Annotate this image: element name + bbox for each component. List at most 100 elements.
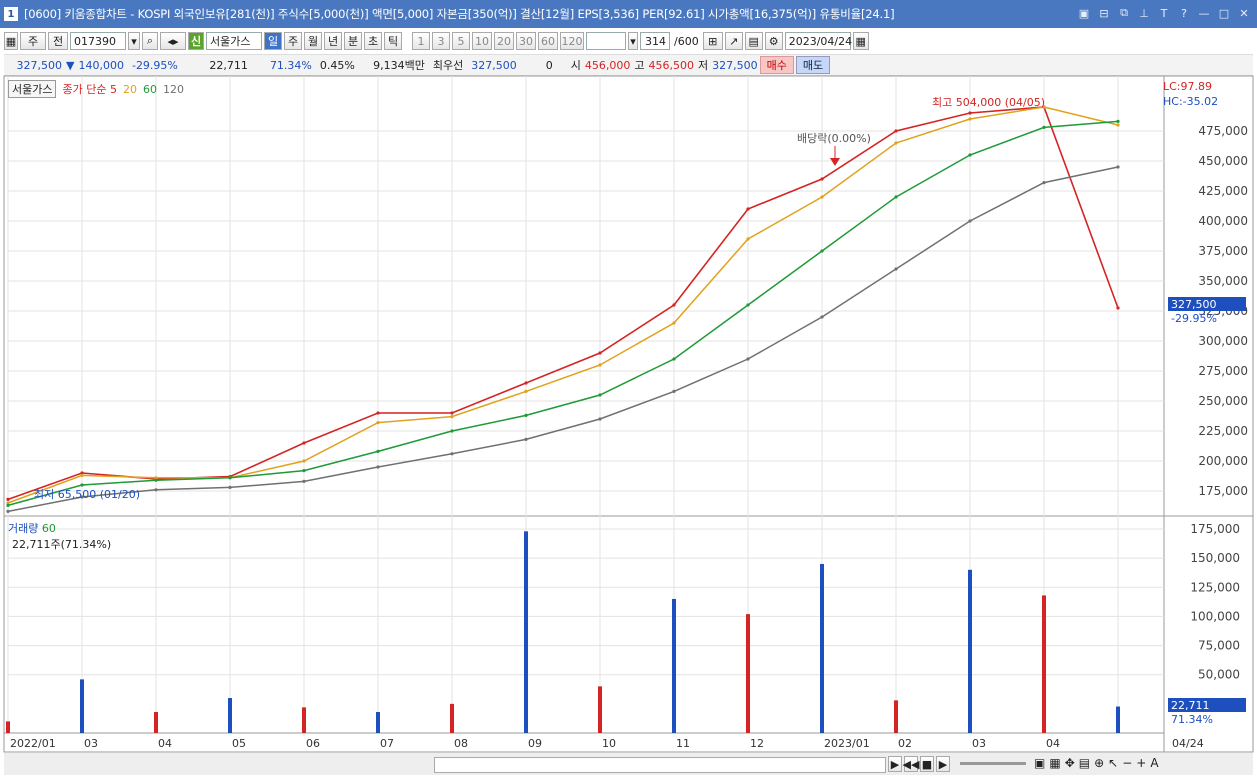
price-axis-label: 200,000 [1198, 454, 1248, 468]
time-axis-label: 03 [84, 737, 98, 750]
volume-legend: 거래량 60 [8, 520, 56, 536]
play-icon[interactable]: ▶ [936, 756, 950, 772]
price-chart[interactable]: 475,000 450,000 425,000 400,000 375,000 350,0… [0, 0, 1257, 777]
ma-point [524, 389, 528, 393]
legend-stock-name[interactable]: 서울가스 [8, 80, 57, 98]
ma-point [376, 449, 380, 453]
ma-point [746, 207, 750, 211]
volume-bar [820, 563, 824, 733]
price-axis-label: 300,000 [1198, 334, 1248, 348]
chart-type-icon[interactable]: ▤ [1079, 756, 1090, 770]
ma-point [598, 363, 602, 367]
volume-info: 22,711주(71.34%) [12, 538, 112, 551]
time-axis-label: 2022/01 [10, 737, 56, 750]
volume-bar [1116, 706, 1120, 733]
volume-axis-label: 50,000 [1198, 668, 1240, 682]
zoom-out-icon[interactable]: − [1122, 756, 1132, 770]
hc-label: HC:-35.02 [1163, 95, 1219, 108]
volume-bar [672, 598, 676, 733]
ma-point [672, 389, 676, 393]
ma-point [450, 411, 454, 415]
ma-point [894, 195, 898, 199]
dividend-annotation: 배당락(0.00%) [797, 132, 871, 145]
legend-ma60: 60 [142, 82, 157, 96]
time-axis-label: 06 [306, 737, 320, 750]
time-axis-label: 04/24 [1172, 737, 1204, 750]
zoom-in-area-icon[interactable]: ⊕ [1094, 756, 1104, 770]
ma-point [450, 429, 454, 433]
price-axis-label: 350,000 [1198, 274, 1248, 288]
price-axis-label: 450,000 [1198, 154, 1248, 168]
ma-point [820, 315, 824, 319]
ma-point [746, 237, 750, 241]
time-axis-label: 05 [232, 737, 246, 750]
ma-point [1116, 165, 1120, 169]
volume-axis-label: 75,000 [1198, 639, 1240, 653]
ma-point [524, 413, 528, 417]
volume-bar [968, 569, 972, 733]
time-axis-label: 04 [158, 737, 172, 750]
scroll-right-icon[interactable]: ▶ [888, 756, 902, 772]
ma-point [672, 321, 676, 325]
low-annotation: 최저 65,500 (01/20) [34, 488, 141, 501]
volume-bar [376, 712, 380, 733]
legend-ma20: 20 [122, 82, 137, 96]
time-axis-label: 04 [1046, 737, 1060, 750]
volume-bar [80, 679, 84, 733]
time-axis-label: 07 [380, 737, 394, 750]
ma-point [228, 485, 232, 489]
volume-bar [1042, 595, 1046, 733]
ma-point [302, 459, 306, 463]
grid-view-icon[interactable]: ▦ [1049, 756, 1060, 770]
zoom-slider[interactable] [960, 762, 1026, 765]
ma-point [154, 478, 158, 482]
time-axis-label: 03 [972, 737, 986, 750]
volume-bar [598, 686, 602, 733]
ma-point [450, 452, 454, 456]
price-axis-label: 475,000 [1198, 124, 1248, 138]
ma-point [672, 303, 676, 307]
volume-bar [302, 707, 306, 733]
ma-point [302, 441, 306, 445]
last-price-tag: 327,500 [1168, 297, 1246, 311]
time-axis-label: 10 [602, 737, 616, 750]
volume-axis-label: 125,000 [1190, 580, 1240, 594]
scroll-track[interactable] [434, 757, 886, 773]
ma-point [1116, 119, 1120, 123]
legend-ma120: 120 [162, 82, 184, 96]
ma-point [968, 153, 972, 157]
stop-icon[interactable]: ■ [920, 756, 934, 772]
volume-bar [894, 700, 898, 733]
ma-point [376, 411, 380, 415]
volume-axis-label: 100,000 [1190, 609, 1240, 623]
text-size-icon[interactable]: A [1150, 756, 1158, 770]
ma-point [1116, 306, 1120, 310]
bottom-scrollbar: ▶ ◀◀ ■ ▶ ▣ ▦ ✥ ▤ ⊕ ↖ − + A [4, 752, 1253, 775]
price-axis-label: 275,000 [1198, 364, 1248, 378]
time-axis-label: 09 [528, 737, 542, 750]
zoom-in-icon[interactable]: + [1136, 756, 1146, 770]
ma-point [968, 117, 972, 121]
volume-bar [6, 721, 10, 733]
time-axis-label: 12 [750, 737, 764, 750]
ma-point [746, 357, 750, 361]
last-pct-tag: -29.95% [1171, 312, 1217, 325]
volume-last-tag: 22,711 [1168, 698, 1246, 712]
volume-bar [154, 712, 158, 733]
ma-point [1042, 125, 1046, 129]
ma-point [1042, 181, 1046, 185]
screen-icon[interactable]: ▣ [1034, 756, 1045, 770]
volume-axis-label: 150,000 [1190, 551, 1240, 565]
pan-icon[interactable]: ✥ [1065, 756, 1075, 770]
ma-point [968, 219, 972, 223]
volume-last-pct: 71.34% [1171, 713, 1213, 726]
volume-bar [524, 531, 528, 733]
cursor-icon[interactable]: ↖ [1108, 756, 1118, 770]
price-axis-label: 400,000 [1198, 214, 1248, 228]
ma-point [302, 479, 306, 483]
ma-point [894, 141, 898, 145]
rewind-icon[interactable]: ◀◀ [903, 756, 919, 772]
price-axis-label: 375,000 [1198, 244, 1248, 258]
time-axis-label: 02 [898, 737, 912, 750]
ma-point [376, 465, 380, 469]
